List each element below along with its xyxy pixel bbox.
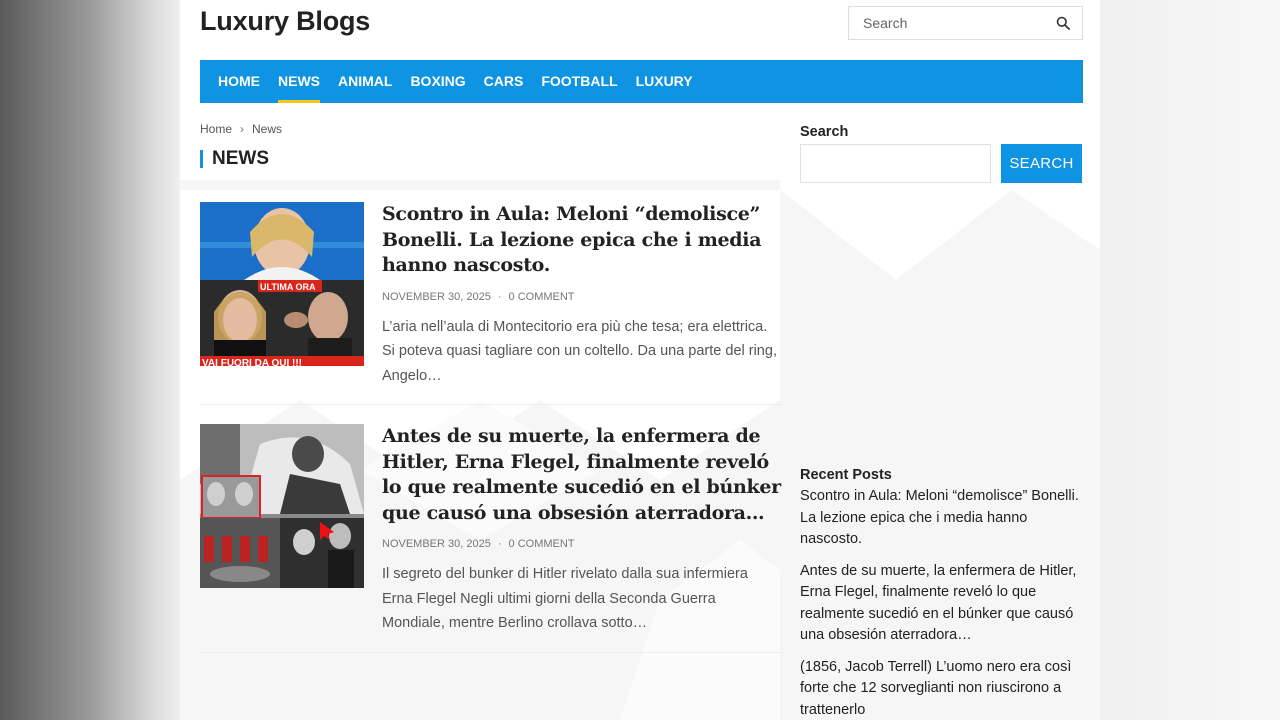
post-comments[interactable]: 0 COMMENT	[509, 291, 575, 303]
breadcrumb: Home › News	[200, 122, 282, 136]
nav-item-boxing[interactable]: BOXING	[410, 60, 465, 103]
post-comments[interactable]: 0 COMMENT	[509, 538, 575, 550]
sidebar-search-input[interactable]	[800, 144, 991, 183]
nav-item-animal[interactable]: ANIMAL	[338, 60, 392, 103]
chevron-right-icon: ›	[240, 122, 245, 136]
post-body: Antes de su muerte, la enfermera de Hitl…	[382, 424, 782, 636]
nav-item-news[interactable]: NEWS	[278, 60, 320, 103]
search-icon[interactable]	[1056, 16, 1070, 30]
post-title[interactable]: Antes de su muerte, la enfermera de Hitl…	[382, 424, 782, 526]
nav-item-luxury[interactable]: LUXURY	[636, 60, 693, 103]
nav-item-cars[interactable]: CARS	[484, 60, 524, 103]
site-title[interactable]: Luxury Blogs	[200, 6, 370, 37]
post-divider	[200, 652, 782, 653]
category-title: NEWS	[200, 149, 269, 168]
site-header: Luxury Blogs	[200, 0, 1083, 56]
post-meta: NOVEMBER 30, 2025 · 0 COMMENT	[382, 291, 782, 303]
breadcrumb-home[interactable]: Home	[200, 122, 232, 136]
sidebar-search-title: Search	[800, 124, 849, 140]
post-thumbnail[interactable]	[200, 424, 364, 588]
header-search-input[interactable]	[849, 15, 1039, 31]
post-title[interactable]: Scontro in Aula: Meloni “demolisce” Bone…	[382, 202, 782, 279]
post-body: Scontro in Aula: Meloni “demolisce” Bone…	[382, 202, 782, 388]
page: Luxury Blogs HOME NEWS ANIMAL BOXING CAR…	[180, 0, 1100, 720]
header-search-box[interactable]	[848, 6, 1083, 40]
post-thumbnail[interactable]: ULTIMA ORA VAI FUORI DA QUI !!!	[200, 202, 364, 366]
breadcrumb-current: News	[252, 122, 283, 136]
post-thumbnail-image: ULTIMA ORA VAI FUORI DA QUI !!!	[200, 202, 364, 366]
recent-post-link[interactable]: Antes de su muerte, la enfermera de Hitl…	[800, 561, 1083, 647]
recent-post-link[interactable]: Scontro in Aula: Meloni “demolisce” Bone…	[800, 486, 1083, 551]
main-nav: HOME NEWS ANIMAL BOXING CARS FOOTBALL LU…	[200, 60, 1083, 103]
recent-posts-title: Recent Posts	[800, 467, 892, 483]
recent-post-link[interactable]: (1856, Jacob Terrell) L’uomo nero era co…	[800, 657, 1083, 720]
nav-item-football[interactable]: FOOTBALL	[541, 60, 617, 103]
nav-item-home[interactable]: HOME	[218, 60, 260, 103]
post-excerpt: Il segreto del bunker di Hitler rivelato…	[382, 566, 748, 631]
post-date: NOVEMBER 30, 2025	[382, 538, 491, 550]
post-divider	[200, 404, 782, 405]
meta-separator: ·	[497, 290, 502, 303]
thumb-caption: VAI FUORI DA QUI !!!	[202, 358, 302, 366]
post-meta: NOVEMBER 30, 2025 · 0 COMMENT	[382, 538, 782, 550]
sidebar-search-button[interactable]: SEARCH	[1001, 144, 1082, 183]
post-excerpt: L’aria nell’aula di Montecitorio era più…	[382, 318, 777, 384]
thumb-badge: ULTIMA ORA	[260, 282, 316, 292]
post-thumbnail-image	[200, 424, 364, 588]
recent-posts-list: Scontro in Aula: Meloni “demolisce” Bone…	[800, 486, 1083, 720]
post-date: NOVEMBER 30, 2025	[382, 290, 491, 303]
meta-separator: ·	[497, 538, 502, 550]
